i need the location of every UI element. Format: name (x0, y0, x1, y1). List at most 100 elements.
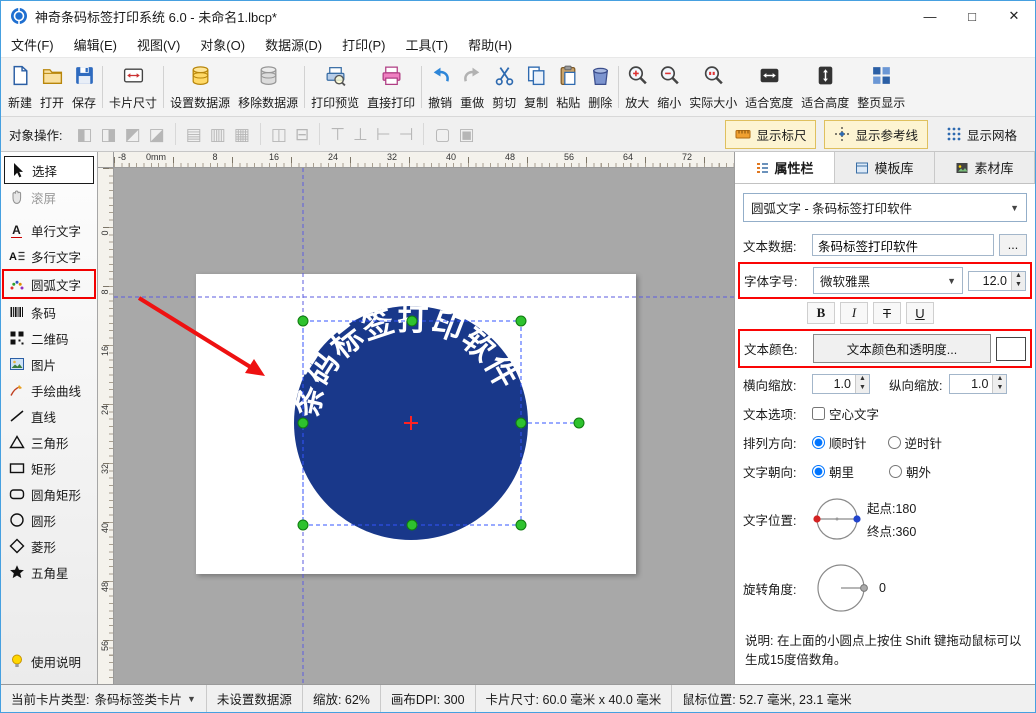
tool-diamond[interactable]: 菱形 (4, 533, 94, 559)
toolbar-zoom-out-button[interactable]: 缩小 (653, 60, 685, 114)
close-button[interactable]: ✕ (993, 1, 1035, 31)
rotation-control[interactable] (812, 559, 870, 617)
rotation-handle-dot[interactable] (861, 585, 868, 592)
maximize-button[interactable]: □ (951, 1, 993, 31)
hollow-text-checkbox[interactable]: 空心文字 (812, 404, 879, 423)
toolbar-direct-print-button[interactable]: 直接打印 (363, 60, 419, 114)
toolbar-print-preview-button[interactable]: 打印预览 (307, 60, 363, 114)
card-type-selector[interactable]: 当前卡片类型: 条码标签类卡片 ▼ (1, 685, 207, 712)
stepper-arrows[interactable]: ▲▼ (855, 375, 869, 393)
toolbar-fit-width-button[interactable]: 适合宽度 (741, 60, 797, 114)
inward-radio[interactable]: 朝里 (812, 462, 854, 481)
rotate-left-icon[interactable]: ◩ (121, 126, 145, 143)
text-position-control[interactable] (812, 494, 862, 544)
same-height-icon[interactable]: ⊣ (395, 126, 418, 143)
distribute-horizontal-icon[interactable]: ◫ (267, 126, 291, 143)
stepper-arrows[interactable]: ▲▼ (992, 375, 1006, 393)
tool-single-line-text[interactable]: A 单行文字 (4, 217, 94, 243)
align-bottom-icon[interactable]: ⊥ (349, 126, 372, 143)
tool-image[interactable]: 图片 (4, 351, 94, 377)
tool-triangle[interactable]: 三角形 (4, 429, 94, 455)
toolbar-fit-height-button[interactable]: 适合高度 (797, 60, 853, 114)
menu-edit[interactable]: 编辑(E) (64, 32, 127, 57)
tool-barcode[interactable]: 条码 (4, 299, 94, 325)
arrow-down-icon[interactable]: ▼ (993, 384, 1006, 393)
toolbar-copy-button[interactable]: 复制 (520, 60, 552, 114)
tool-rectangle[interactable]: 矩形 (4, 455, 94, 481)
same-width-icon[interactable]: ⊢ (372, 126, 395, 143)
tab-properties[interactable]: 属性栏 (735, 152, 835, 183)
font-family-select[interactable]: 微软雅黑 ▼ (813, 267, 963, 294)
selection-handle-middle-left[interactable] (298, 418, 308, 428)
canvas-viewport[interactable]: 条码标签打印软件 (114, 168, 734, 684)
minimize-button[interactable]: — (909, 1, 951, 31)
align-left-icon[interactable]: ▤ (182, 126, 206, 143)
menu-datasource[interactable]: 数据源(D) (255, 32, 332, 57)
toolbar-card-size-button[interactable]: 卡片尺寸 (105, 60, 161, 114)
outward-radio[interactable]: 朝外 (889, 462, 931, 481)
selection-handle-radius[interactable] (574, 418, 584, 428)
menu-view[interactable]: 视图(V) (127, 32, 190, 57)
group-icon[interactable]: ▢ (430, 126, 454, 143)
counterclockwise-radio-input[interactable] (888, 436, 901, 449)
toolbar-cut-button[interactable]: 剪切 (488, 60, 520, 114)
selection-handle-bottom-center[interactable] (407, 520, 417, 530)
font-size-stepper[interactable]: 12.0 ▲▼ (968, 271, 1026, 291)
toolbar-save-button[interactable]: 保存 (68, 60, 100, 114)
align-top-icon[interactable]: ⊤ (326, 126, 349, 143)
toolbar-remove-datasource-button[interactable]: 移除数据源 (234, 60, 302, 114)
mirror-vertical-icon[interactable]: ◨ (97, 126, 121, 143)
tool-line[interactable]: 直线 (4, 403, 94, 429)
ungroup-icon[interactable]: ▣ (455, 126, 479, 143)
color-swatch[interactable] (996, 337, 1026, 361)
design-canvas[interactable]: -8 0mm 8 16 24 32 40 48 56 64 72 0 8 16 … (98, 152, 734, 684)
align-right-icon[interactable]: ▦ (230, 126, 254, 143)
toolbar-undo-button[interactable]: 撤销 (424, 60, 456, 114)
outward-radio-input[interactable] (889, 465, 902, 478)
hollow-text-checkbox-input[interactable] (812, 407, 825, 420)
end-angle-dot[interactable] (853, 515, 860, 522)
arrow-up-icon[interactable]: ▲ (993, 375, 1006, 384)
selection-handle-middle-right[interactable] (516, 418, 526, 428)
tool-arc-text[interactable]: 圆弧文字 (2, 269, 96, 299)
object-selector-dropdown[interactable]: 圆弧文字 - 条码标签打印软件 ▼ (743, 193, 1027, 222)
inward-radio-input[interactable] (812, 465, 825, 478)
menu-file[interactable]: 文件(F) (1, 32, 64, 57)
tab-materials[interactable]: 素材库 (935, 152, 1035, 183)
toolbar-paste-button[interactable]: 粘贴 (552, 60, 584, 114)
align-center-icon[interactable]: ▥ (206, 126, 230, 143)
arrow-up-icon[interactable]: ▲ (1012, 272, 1025, 281)
tool-star[interactable]: 五角星 (4, 559, 94, 585)
tool-circle[interactable]: 圆形 (4, 507, 94, 533)
selection-handle-top-right[interactable] (516, 316, 526, 326)
text-data-more-button[interactable]: ... (999, 234, 1027, 256)
tool-select[interactable]: 选择 (4, 156, 94, 184)
toolbar-redo-button[interactable]: 重做 (456, 60, 488, 114)
toolbar-whole-page-button[interactable]: 整页显示 (853, 60, 909, 114)
toolbar-zoom-in-button[interactable]: 放大 (621, 60, 653, 114)
strikethrough-button[interactable]: T (873, 302, 901, 324)
menu-help[interactable]: 帮助(H) (458, 32, 522, 57)
bold-button[interactable]: B (807, 302, 835, 324)
tool-rounded-rectangle[interactable]: 圆角矩形 (4, 481, 94, 507)
mirror-horizontal-icon[interactable]: ◧ (72, 126, 96, 143)
arrow-up-icon[interactable]: ▲ (856, 375, 869, 384)
rotate-right-icon[interactable]: ◪ (145, 126, 169, 143)
underline-button[interactable]: U (906, 302, 934, 324)
toolbar-delete-button[interactable]: 删除 (584, 60, 616, 114)
counterclockwise-radio[interactable]: 逆时针 (888, 433, 943, 452)
menu-object[interactable]: 对象(O) (190, 32, 255, 57)
vertical-scale-stepper[interactable]: 1.0 ▲▼ (949, 374, 1007, 394)
tool-multi-line-text[interactable]: A 多行文字 (4, 243, 94, 269)
selection-handle-top-left[interactable] (298, 316, 308, 326)
stepper-arrows[interactable]: ▲▼ (1011, 272, 1025, 290)
selection-handle-top-center[interactable] (407, 316, 417, 326)
distribute-vertical-icon[interactable]: ⊟ (291, 126, 313, 143)
horizontal-scale-stepper[interactable]: 1.0 ▲▼ (812, 374, 870, 394)
tab-templates[interactable]: 模板库 (835, 152, 935, 183)
menu-print[interactable]: 打印(P) (332, 32, 395, 57)
toolbar-set-datasource-button[interactable]: 设置数据源 (166, 60, 234, 114)
help-button[interactable]: 使用说明 (4, 648, 94, 674)
show-ruler-toggle[interactable]: 显示标尺 (725, 120, 816, 149)
show-grid-toggle[interactable]: 显示网格 (936, 120, 1027, 149)
